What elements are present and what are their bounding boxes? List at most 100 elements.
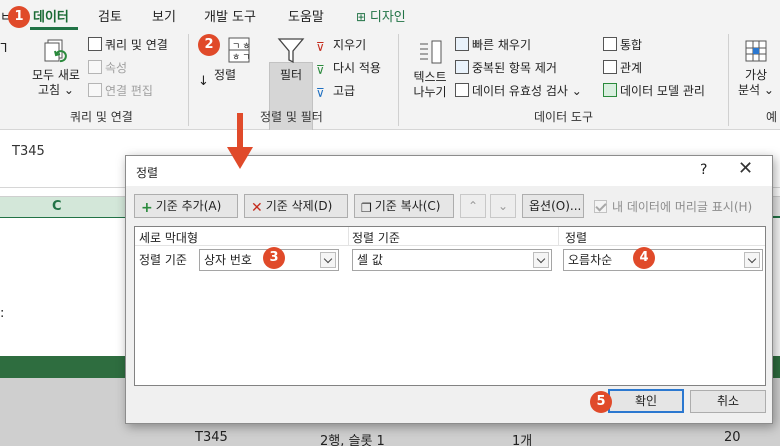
text-to-columns-button[interactable]: 텍스트 나누기	[408, 38, 452, 100]
filter-button-content: 필터	[270, 36, 312, 83]
ribbon-body: ᒣ 모두 새로 고침 ⌄ 쿼리 및 연결 속성 연결 편집 쿼리 및 연결 정렬…	[0, 30, 780, 134]
order-header: 정렬	[565, 231, 588, 245]
manage-data-model-button[interactable]: 데이터 모델 관리	[603, 81, 705, 101]
data-validation-button[interactable]: 데이터 유효성 검사 ⌄	[455, 81, 582, 101]
copy-level-button[interactable]: ❐ 기준 복사(C)	[354, 194, 454, 218]
dropdown-arrow-icon	[533, 252, 549, 268]
header-separator	[558, 227, 559, 246]
tab-developer[interactable]: 개발 도구	[204, 6, 256, 25]
delete-level-button[interactable]: ✕ 기준 삭제(D)	[244, 194, 348, 218]
column-c-header[interactable]	[0, 197, 125, 217]
sort-descending-icon: ↓	[198, 74, 209, 89]
step-marker-2: 2	[198, 34, 220, 56]
column-header: 세로 막대형	[139, 231, 199, 245]
headers-checkbox[interactable]: 내 데이터에 머리글 표시(H)	[594, 198, 752, 215]
dropdown-arrow-icon	[320, 252, 336, 268]
data-tools-group-label: 데이터 도구	[534, 110, 594, 124]
queries-icon	[88, 37, 102, 51]
move-down-button[interactable]: ⌄	[490, 194, 516, 218]
bottom-location: 2행, 슬롯 1	[320, 434, 385, 446]
consolidate-icon	[603, 37, 617, 51]
refresh-icon	[44, 39, 67, 63]
sort-dialog: 정렬 ? ✕ + 기준 추가(A) ✕ 기준 삭제(D) ❐ 기준 복사(C) ⌃ ⌄…	[125, 155, 773, 424]
partial-icon: ᒣ	[0, 41, 8, 55]
relationships-icon	[603, 60, 617, 74]
forecast-group-label: 예	[766, 110, 778, 124]
table-icon: ⊞	[356, 10, 370, 24]
clear-filter-button[interactable]: ⊽ 지우기	[316, 35, 366, 55]
chevron-down-icon: ⌄	[763, 83, 774, 97]
dropdown-arrow-icon	[744, 252, 760, 268]
help-button[interactable]: ?	[700, 162, 707, 178]
copy-icon: ❐	[361, 201, 372, 215]
sort-on-select[interactable]: 셀 값	[352, 249, 552, 271]
cell-reference[interactable]: T345	[12, 144, 45, 159]
tab-help[interactable]: 도움말	[288, 6, 324, 25]
down-arrow-icon	[227, 113, 253, 169]
what-if-analysis-button[interactable]: 가상 분석 ⌄	[734, 38, 778, 98]
chevron-up-icon: ⌃	[467, 199, 479, 213]
step-marker-5: 5	[590, 391, 612, 413]
remove-duplicates-button[interactable]: 중복된 항목 제거	[455, 58, 557, 78]
reapply-icon: ⊽	[316, 63, 325, 77]
clear-filter-icon: ⊽	[316, 40, 325, 54]
tab-review[interactable]: 검토	[98, 6, 122, 25]
sort-levels-grid: 세로 막대형 정렬 기준 정렬 정렬 기준 상자 번호 셀 값 오름차순	[134, 226, 766, 386]
step-marker-3: 3	[263, 247, 285, 269]
tab-data[interactable]: 데이터	[33, 6, 69, 25]
flash-fill-button[interactable]: 빠른 채우기	[455, 35, 531, 55]
dialog-title: 정렬	[136, 166, 159, 180]
options-button[interactable]: 옵션(O)...	[522, 194, 584, 218]
group-separator	[728, 34, 729, 126]
text-to-columns-icon	[420, 40, 442, 64]
filter-icon	[277, 38, 305, 64]
edit-links-button[interactable]: 연결 편집	[88, 81, 153, 101]
cancel-button[interactable]: 취소	[690, 390, 766, 413]
reapply-button[interactable]: ⊽ 다시 적용	[316, 58, 381, 78]
tab-table-design[interactable]: ⊞ 디자인	[356, 6, 406, 25]
properties-icon	[88, 60, 102, 74]
step-marker-1: 1	[8, 6, 30, 28]
what-if-icon	[745, 40, 767, 62]
query-group-label: 쿼리 및 연결	[70, 110, 133, 124]
cell-text: :	[0, 306, 5, 321]
sort-by-label: 정렬 기준	[139, 253, 187, 267]
grid-header: 세로 막대형 정렬 기준 정렬	[135, 227, 765, 246]
group-separator	[398, 34, 399, 126]
chevron-down-icon: ⌄	[63, 83, 74, 97]
sort-filter-group-label: 정렬 및 필터	[260, 110, 323, 124]
refresh-all-button[interactable]: 모두 새로 고침 ⌄	[26, 38, 86, 98]
flash-fill-icon	[455, 37, 469, 51]
checkbox-check-icon	[594, 200, 607, 213]
relationships-button[interactable]: 관계	[603, 58, 642, 78]
header-separator	[348, 227, 349, 246]
bottom-value: 20	[724, 430, 741, 445]
consolidate-button[interactable]: 통합	[603, 35, 642, 55]
sort-icon-letters: ㄱㅎ	[232, 42, 251, 52]
move-up-button[interactable]: ⌃	[460, 194, 486, 218]
group-separator	[188, 34, 189, 126]
properties-button[interactable]: 속성	[88, 58, 127, 78]
sort-icon-letters-2: ㅎㄱ	[232, 53, 251, 63]
edit-links-icon	[88, 83, 102, 97]
chevron-down-icon: ⌄	[497, 199, 509, 213]
close-button[interactable]: ✕	[738, 159, 753, 179]
delete-x-icon: ✕	[251, 200, 263, 216]
ribbon: ㅂ 데이터 검토 보기 개발 도구 도움말 ⊞ 디자인 ᒣ 모두 새로 고침 ⌄…	[0, 0, 780, 134]
data-validation-icon	[455, 83, 469, 97]
ok-button[interactable]: 확인	[608, 389, 684, 413]
step-marker-4: 4	[633, 247, 655, 269]
dialog-titlebar[interactable]: 정렬 ? ✕	[126, 156, 772, 186]
queries-connections-button[interactable]: 쿼리 및 연결	[88, 35, 168, 55]
remove-duplicates-icon	[455, 60, 469, 74]
add-level-button[interactable]: + 기준 추가(A)	[134, 194, 238, 218]
tab-view[interactable]: 보기	[152, 6, 176, 25]
data-model-icon	[603, 83, 617, 97]
column-c-label: C	[52, 199, 62, 214]
chevron-down-icon: ⌄	[571, 84, 582, 98]
order-select[interactable]: 오름차순	[563, 249, 763, 271]
advanced-filter-button[interactable]: ⊽ 고급	[316, 81, 355, 101]
bottom-count: 1개	[512, 434, 533, 446]
sort-on-header: 정렬 기준	[352, 231, 400, 245]
worksheet-cells-right	[772, 218, 780, 358]
